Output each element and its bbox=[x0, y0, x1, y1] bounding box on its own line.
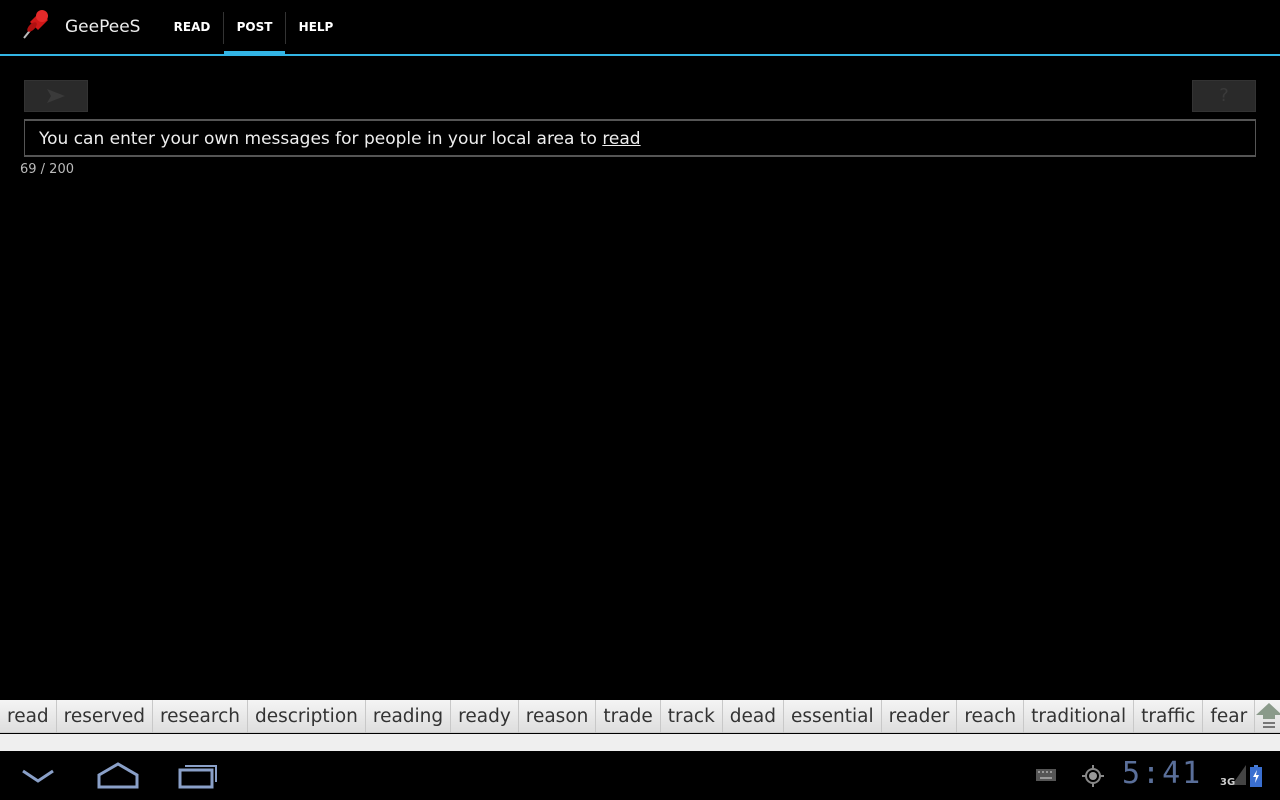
character-counter: 69 / 200 bbox=[20, 162, 74, 177]
send-button[interactable] bbox=[24, 80, 88, 112]
network-type: 3G bbox=[1220, 777, 1236, 788]
pushpin-icon bbox=[23, 10, 48, 39]
help-button[interactable]: ? bbox=[1192, 80, 1256, 112]
suggestion-trade[interactable]: trade bbox=[596, 700, 661, 733]
suggestion-reach[interactable]: reach bbox=[957, 700, 1025, 733]
battery-charging-icon bbox=[1250, 765, 1262, 787]
suggestion-traditional[interactable]: traditional bbox=[1024, 700, 1135, 733]
message-text: You can enter your own messages for peop… bbox=[39, 129, 603, 149]
tab-post[interactable]: POST bbox=[224, 0, 285, 56]
shift-arrow-icon bbox=[1256, 703, 1280, 728]
suggestion-dead[interactable]: dead bbox=[723, 700, 785, 733]
back-icon[interactable] bbox=[20, 761, 56, 791]
app-title: GeePeeS bbox=[65, 17, 141, 37]
suggestion-research[interactable]: research bbox=[153, 700, 248, 733]
recent-apps-icon[interactable] bbox=[176, 761, 220, 791]
suggestion-strip: read reserved research description reading re… bbox=[0, 700, 1280, 733]
suggestion-reader[interactable]: reader bbox=[882, 700, 958, 733]
action-bar: GeePeeS READ POST HELP bbox=[0, 0, 1280, 56]
suggestion-ready[interactable]: ready bbox=[451, 700, 519, 733]
shift-button[interactable] bbox=[1255, 700, 1280, 732]
question-icon: ? bbox=[1219, 85, 1229, 106]
suggestion-reserved[interactable]: reserved bbox=[57, 700, 153, 733]
suggestion-fear[interactable]: fear bbox=[1203, 700, 1256, 733]
suggestion-read[interactable]: read bbox=[0, 700, 57, 733]
tab-help[interactable]: HELP bbox=[286, 0, 346, 54]
suggestion-reason[interactable]: reason bbox=[519, 700, 597, 733]
tab-read[interactable]: READ bbox=[162, 0, 222, 54]
suggestion-essential[interactable]: essential bbox=[784, 700, 882, 733]
suggestion-track[interactable]: track bbox=[661, 700, 723, 733]
suggestion-reading[interactable]: reading bbox=[366, 700, 452, 733]
suggestion-description[interactable]: description bbox=[248, 700, 366, 733]
suggestion-traffic[interactable]: traffic bbox=[1134, 700, 1204, 733]
clock: 5:41 bbox=[1122, 756, 1203, 791]
gps-icon bbox=[1082, 765, 1104, 787]
keyboard-icon[interactable] bbox=[1036, 769, 1056, 781]
system-nav-bar: 3G bbox=[0, 751, 1280, 800]
keyboard-area bbox=[0, 734, 1280, 751]
send-arrow-icon bbox=[47, 89, 65, 103]
message-input[interactable]: You can enter your own messages for peop… bbox=[24, 119, 1256, 157]
home-icon[interactable] bbox=[96, 761, 140, 791]
composing-word: read bbox=[602, 129, 641, 149]
